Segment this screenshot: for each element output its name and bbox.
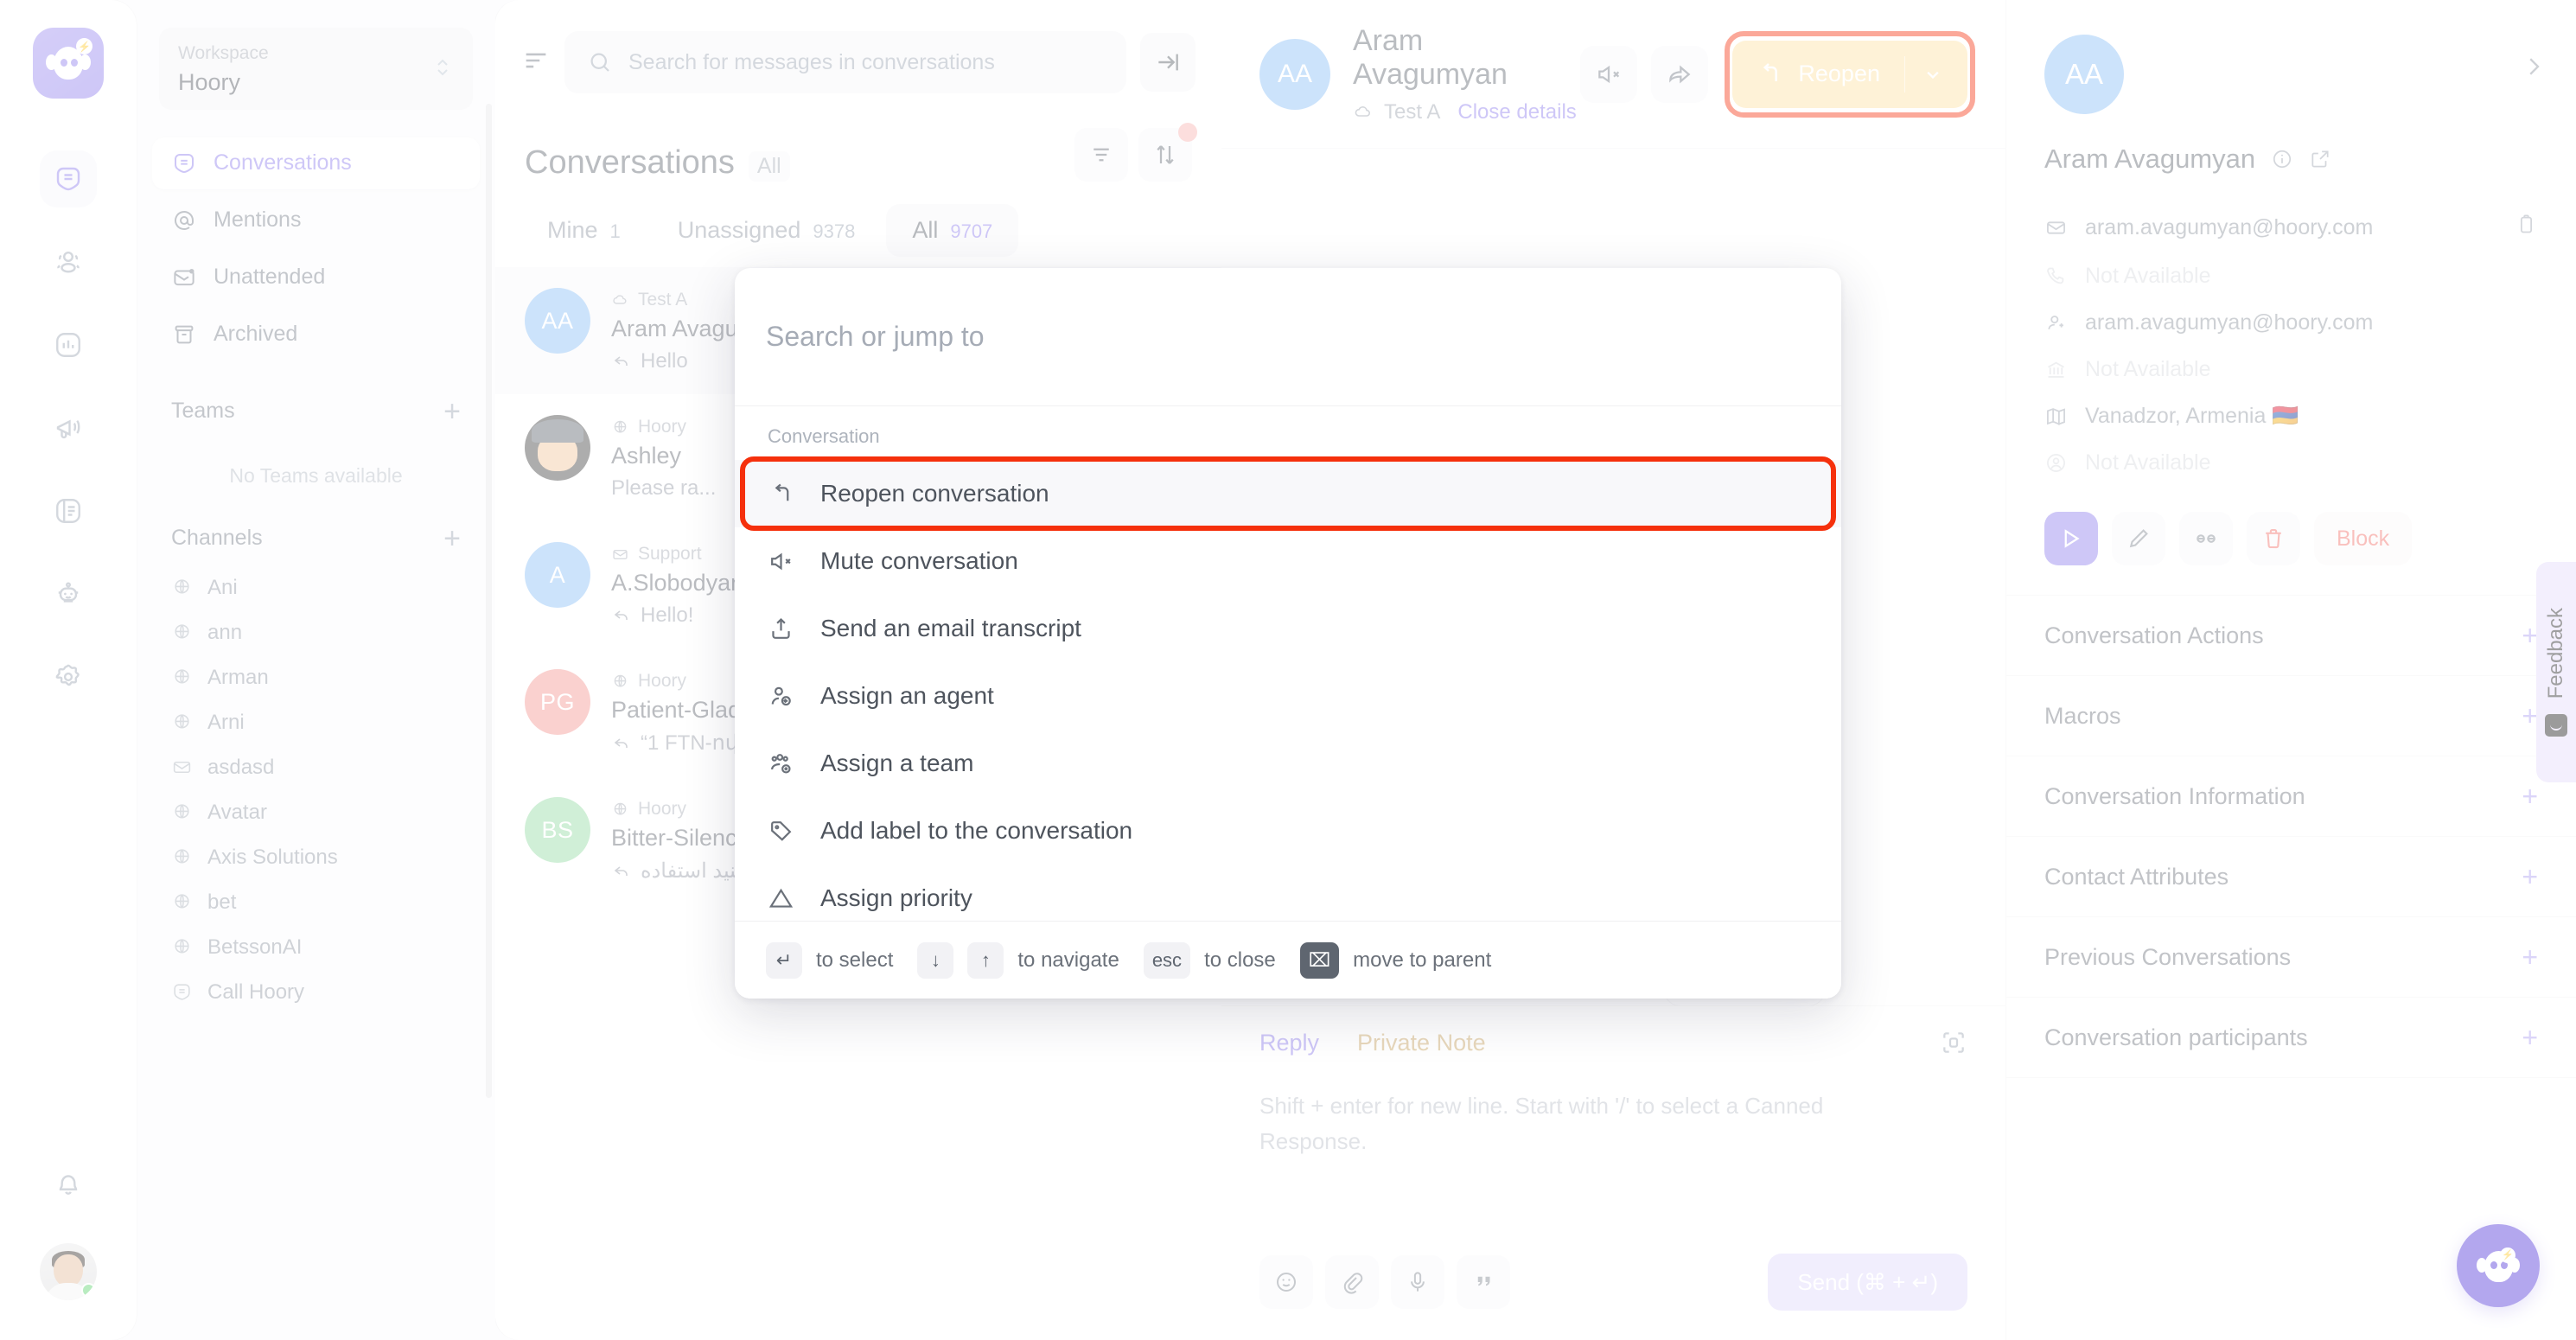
app-root: ⚡ <box>0 0 2576 1340</box>
command-assign-agent[interactable]: Assign an agent <box>735 662 1841 730</box>
command-palette-footer: ↵ to select ↓ ↑ to navigate esc to close… <box>735 921 1841 999</box>
command-label: Assign a team <box>820 750 974 776</box>
command-mute-conversation[interactable]: Mute conversation <box>735 527 1841 595</box>
command-label: Assign priority <box>820 884 972 911</box>
command-palette-list: Conversation Reopen conversation Mute co… <box>735 406 1841 921</box>
assign-agent-icon <box>771 686 791 705</box>
priority-icon <box>768 888 794 908</box>
hint-move-parent: move to parent <box>1353 948 1492 972</box>
key-esc: esc <box>1143 941 1191 979</box>
command-label: Mute conversation <box>820 547 1018 574</box>
key-up: ↑ <box>967 941 1004 979</box>
hint-select: to select <box>816 948 894 972</box>
key-backspace: ⌧ <box>1299 941 1340 979</box>
command-send-email-transcript[interactable]: Send an email transcript <box>735 595 1841 662</box>
command-add-label[interactable]: Add label to the conversation <box>735 797 1841 865</box>
assign-team-icon <box>771 753 791 774</box>
command-label: Reopen conversation <box>820 480 1049 507</box>
key-enter: ↵ <box>766 941 802 979</box>
key-down: ↓ <box>917 941 954 979</box>
command-label: Send an email transcript <box>820 615 1081 641</box>
mute-icon <box>771 552 791 570</box>
label-icon <box>771 820 792 841</box>
command-palette-input[interactable]: Search or jump to <box>735 268 1841 406</box>
command-label: Add label to the conversation <box>820 817 1133 844</box>
command-palette-placeholder: Search or jump to <box>766 321 985 352</box>
command-reopen-conversation[interactable]: Reopen conversation <box>735 456 1841 531</box>
reopen-icon <box>775 483 789 501</box>
transcript-icon <box>772 617 790 639</box>
command-section-header: Conversation <box>768 425 880 447</box>
hint-close: to close <box>1204 948 1276 972</box>
command-assign-priority[interactable]: Assign priority <box>735 865 1841 921</box>
hint-navigate: to navigate <box>1017 948 1119 972</box>
command-label: Assign an agent <box>820 682 994 709</box>
command-palette: Search or jump to Conversation Reopen co… <box>735 268 1841 999</box>
command-assign-team[interactable]: Assign a team <box>735 730 1841 797</box>
